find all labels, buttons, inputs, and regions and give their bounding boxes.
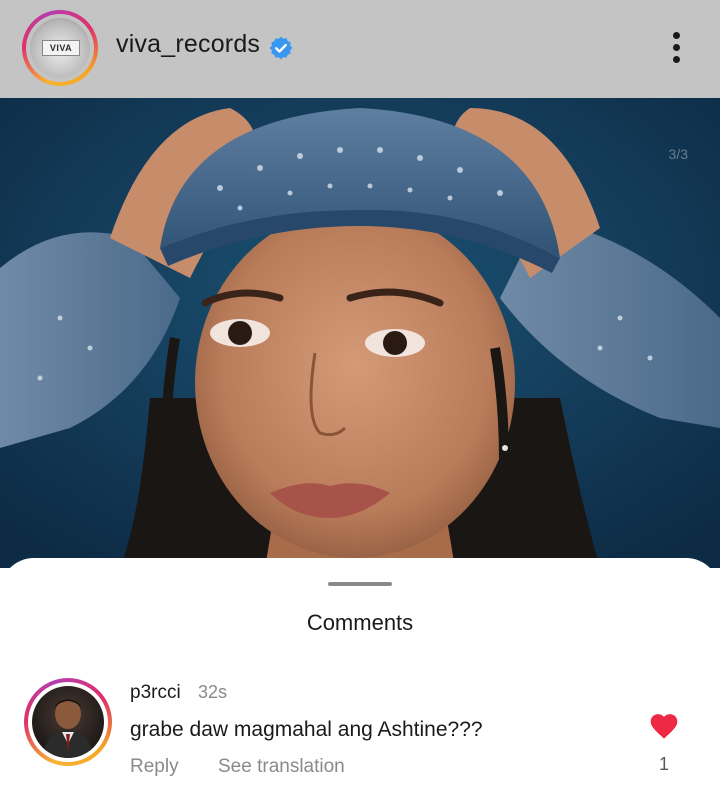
heart-icon[interactable] [648, 710, 680, 740]
commenter-avatar[interactable] [24, 678, 112, 766]
sheet-title: Comments [306, 610, 414, 635]
reply-button[interactable]: Reply [130, 756, 179, 778]
profile-avatar[interactable]: VIVA [22, 10, 98, 86]
drag-handle[interactable] [328, 582, 392, 586]
like-count: 1 [658, 754, 669, 774]
post-image[interactable]: 3/3 [0, 98, 720, 568]
slide-counter: 3/3 [668, 146, 688, 162]
comment-time: 32s [198, 682, 228, 702]
more-options-icon[interactable] [662, 28, 690, 68]
verified-badge-icon [269, 36, 293, 60]
post-header: VIVA viva_records [0, 0, 720, 98]
comment-author[interactable]: p3rcci [130, 682, 181, 704]
portrait-photo [0, 98, 720, 568]
comment-text: grabe daw magmahal ang Ashtine??? [130, 718, 483, 741]
avatar-logo-text: VIVA [42, 40, 80, 56]
see-translation-button[interactable]: See translation [218, 756, 345, 778]
comments-sheet: Comments p3rcci 32s grabe daw magmahal a… [0, 558, 720, 788]
avatar-image: VIVA [30, 18, 90, 78]
account-username[interactable]: viva_records [116, 30, 260, 59]
commenter-avatar-image [32, 686, 104, 758]
